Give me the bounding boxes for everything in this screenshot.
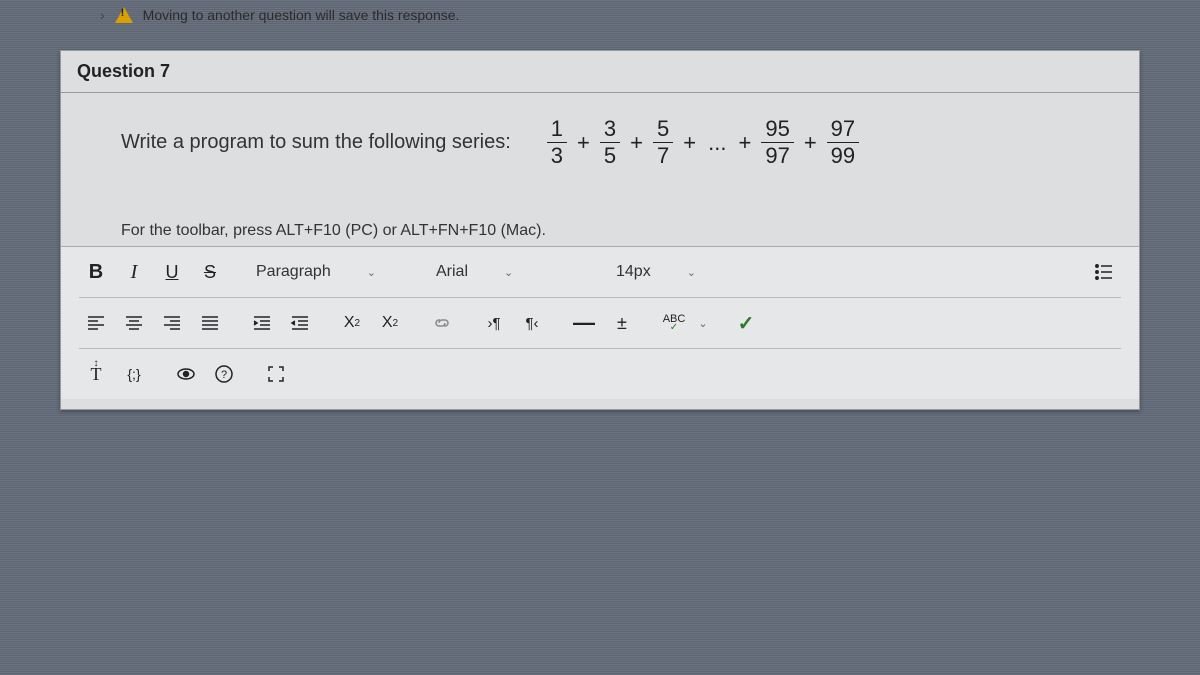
- align-right-button[interactable]: [155, 306, 189, 340]
- editor-toolbar: B I U S Paragraph⌄ Arial⌄ 14px⌄: [61, 246, 1139, 399]
- superscript-button[interactable]: X2: [335, 306, 369, 340]
- bullet-list-button[interactable]: [1087, 255, 1121, 289]
- spellcheck-button[interactable]: ABC✓: [657, 306, 691, 340]
- toolbar-hint: For the toolbar, press ALT+F10 (PC) or A…: [121, 222, 1079, 240]
- warning-text: Moving to another question will save thi…: [143, 7, 460, 23]
- svg-text:?: ?: [221, 369, 227, 381]
- prompt-text: Write a program to sum the following ser…: [121, 131, 511, 154]
- font-family-select[interactable]: Arial⌄: [425, 254, 587, 290]
- ltr-button[interactable]: ›¶: [477, 306, 511, 340]
- link-button[interactable]: [425, 306, 459, 340]
- hr-button[interactable]: —: [567, 306, 601, 340]
- code-button[interactable]: {;}: [117, 357, 151, 391]
- underline-button[interactable]: U: [155, 255, 189, 289]
- strikethrough-button[interactable]: S: [193, 255, 227, 289]
- align-left-button[interactable]: [79, 306, 113, 340]
- italic-button[interactable]: I: [117, 255, 151, 289]
- warning-triangle-icon: [115, 7, 133, 23]
- font-size-select[interactable]: 14px⌄: [605, 254, 707, 290]
- bold-button[interactable]: B: [79, 255, 113, 289]
- fraction-4: 95 97: [761, 118, 793, 167]
- align-justify-button[interactable]: [193, 306, 227, 340]
- chevron-down-icon: ⌄: [504, 266, 513, 279]
- chevron-down-icon: ⌄: [687, 266, 696, 279]
- preview-button[interactable]: [169, 357, 203, 391]
- checkmark-button[interactable]: ✓: [729, 306, 763, 340]
- fraction-5: 97 99: [827, 118, 859, 167]
- indent-increase-button[interactable]: [245, 306, 279, 340]
- fraction-2: 3 5: [600, 118, 620, 167]
- paragraph-format-select[interactable]: Paragraph⌄: [245, 254, 407, 290]
- align-center-button[interactable]: [117, 306, 151, 340]
- question-header: Question 7: [61, 51, 1139, 93]
- indent-decrease-button[interactable]: [283, 306, 317, 340]
- subscript-button[interactable]: X2: [373, 306, 407, 340]
- fraction-1: 1 3: [547, 118, 567, 167]
- warning-bar: › Moving to another question will save t…: [0, 0, 1200, 30]
- spellcheck-dropdown[interactable]: ⌄: [695, 306, 711, 340]
- plus-minus-button[interactable]: ±: [605, 306, 639, 340]
- rtl-button[interactable]: ¶‹: [515, 306, 549, 340]
- chevron-down-icon: ⌄: [367, 266, 376, 279]
- question-prompt: Write a program to sum the following ser…: [121, 118, 1079, 167]
- prev-arrow-icon: ›: [100, 7, 105, 23]
- clear-format-button[interactable]: T↕: [79, 357, 113, 391]
- fraction-3: 5 7: [653, 118, 673, 167]
- fullscreen-button[interactable]: [259, 357, 293, 391]
- help-button[interactable]: ?: [207, 357, 241, 391]
- question-card: Question 7 Write a program to sum the fo…: [60, 50, 1140, 410]
